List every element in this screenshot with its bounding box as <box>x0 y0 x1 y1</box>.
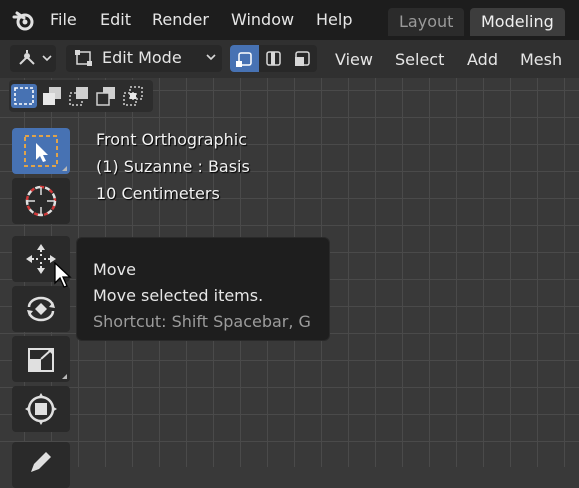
select-invert-icon <box>96 87 115 106</box>
object-interaction-dropdown[interactable] <box>10 45 56 72</box>
select-new-button[interactable] <box>11 84 37 108</box>
mouse-pointer-icon <box>54 262 72 288</box>
tool-annotate[interactable] <box>12 442 70 488</box>
tool-select-box[interactable] <box>12 128 70 174</box>
vertex-select-icon <box>236 52 252 67</box>
menu-mesh[interactable]: Mesh <box>520 50 562 69</box>
viewport-object-name: (1) Suzanne : Basis <box>96 157 250 176</box>
tab-modeling[interactable]: Modeling <box>470 8 565 36</box>
mode-select[interactable]: Edit Mode <box>66 45 222 72</box>
tool-variants-indicator <box>62 374 67 379</box>
select-extend-button[interactable] <box>39 84 65 108</box>
chevron-down-icon <box>42 55 52 62</box>
rotate-icon <box>27 296 55 322</box>
tool-scale[interactable] <box>12 336 70 382</box>
tooltip-shortcut: Shortcut: Shift Spacebar, G <box>93 312 311 331</box>
menu-select[interactable]: Select <box>395 50 444 69</box>
viewport-grid-scale: 10 Centimeters <box>96 184 220 203</box>
top-menu-bar: File Edit Render Window Help Layout Mode… <box>0 0 579 40</box>
face-select-button[interactable] <box>288 45 317 72</box>
menu-add[interactable]: Add <box>467 50 498 69</box>
tab-layout[interactable]: Layout <box>388 8 465 36</box>
viewport-header: Edit Mode View Select Add Mesh <box>0 40 579 78</box>
mode-select-label: Edit Mode <box>102 48 182 67</box>
pencil-icon <box>31 452 51 472</box>
scale-icon <box>28 348 54 372</box>
menu-edit[interactable]: Edit <box>100 10 131 29</box>
menu-render[interactable]: Render <box>152 10 209 29</box>
tool-variants-indicator <box>62 166 67 171</box>
tooltip-description: Move selected items. <box>93 286 264 305</box>
menu-window[interactable]: Window <box>231 10 294 29</box>
tool-transform[interactable] <box>12 386 70 432</box>
face-select-icon <box>295 51 310 66</box>
selection-mode-row <box>9 80 153 112</box>
select-invert-button[interactable] <box>93 84 119 108</box>
tool-rotate[interactable] <box>12 286 70 332</box>
edit-mode-icon <box>75 50 92 66</box>
tooltip: Move Move selected items. Shortcut: Shif… <box>76 237 330 341</box>
vertex-select-button[interactable] <box>230 45 259 72</box>
select-box-icon <box>24 135 58 167</box>
select-intersect-button[interactable] <box>120 84 146 108</box>
select-intersect-icon <box>123 86 143 106</box>
select-mode-group <box>230 45 317 72</box>
select-new-icon <box>14 87 34 105</box>
viewport-view-name: Front Orthographic <box>96 130 248 149</box>
edge-select-button[interactable] <box>259 45 288 72</box>
transform-orientation-icon <box>19 50 35 65</box>
tooltip-title: Move <box>93 260 136 279</box>
select-subtract-button[interactable] <box>66 84 92 108</box>
blender-logo-icon[interactable] <box>12 9 36 31</box>
cursor-target-icon <box>25 185 57 217</box>
select-extend-icon <box>43 87 61 105</box>
chevron-down-icon <box>206 54 216 61</box>
edge-select-icon <box>266 51 281 66</box>
tool-cursor[interactable] <box>12 178 70 224</box>
menu-file[interactable]: File <box>50 10 77 29</box>
transform-icon <box>25 393 57 425</box>
menu-view[interactable]: View <box>335 50 373 69</box>
select-subtract-icon <box>69 87 88 106</box>
menu-help[interactable]: Help <box>316 10 352 29</box>
